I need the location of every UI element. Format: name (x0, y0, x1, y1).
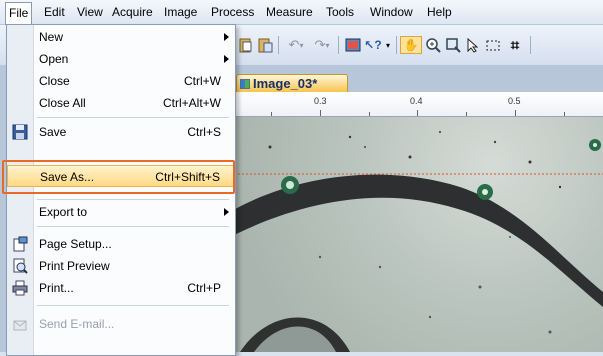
print-preview-icon (12, 258, 28, 274)
ruler-label: 0.3 (314, 96, 327, 106)
toolbar-separator (338, 36, 339, 54)
ruler-tick (417, 110, 418, 116)
floppy-disk-icon (12, 124, 28, 140)
image-content (230, 131, 603, 352)
ruler-tick (320, 110, 321, 116)
zoom-icon[interactable] (424, 36, 442, 54)
submenu-arrow-icon (224, 33, 229, 41)
redo-icon[interactable]: ↷ ▾ (310, 36, 334, 54)
zoom-window-icon[interactable] (444, 36, 462, 54)
ruler-tick (515, 110, 516, 116)
menu-item-save[interactable]: Save Ctrl+S (7, 121, 235, 143)
menu-tools[interactable]: Tools (322, 4, 358, 21)
menu-help[interactable]: Help (423, 4, 456, 21)
ruler-tick (564, 112, 565, 116)
menu-item-shortcut: Ctrl+P (187, 281, 221, 295)
menu-window[interactable]: Window (366, 4, 417, 21)
menu-separator (37, 117, 229, 118)
ruler-label: 0.5 (508, 96, 521, 106)
crop-icon[interactable]: ⌗ (506, 36, 524, 54)
menu-item-label: Print Preview (39, 259, 110, 273)
menu-item-label: Send E-mail... (39, 317, 115, 331)
undo-icon[interactable]: ↶ ▾ (284, 36, 308, 54)
pan-hand-icon[interactable]: ✋ (400, 36, 422, 54)
menu-item-print-preview[interactable]: Print Preview (7, 255, 235, 277)
paste-icon[interactable] (236, 36, 254, 54)
menu-item-export-to[interactable]: Export to (7, 201, 235, 223)
menu-item-open[interactable]: Open (7, 48, 235, 70)
menu-edit[interactable]: Edit (40, 4, 69, 21)
menu-item-label: Close (39, 74, 70, 88)
menu-item-page-setup[interactable]: Page Setup... (7, 233, 235, 255)
ruler-tick (271, 112, 272, 116)
tab-title: Image_03* (253, 76, 318, 91)
email-icon (12, 316, 28, 332)
select-arrow-icon[interactable] (464, 36, 480, 54)
menu-separator (37, 305, 229, 306)
paste-special-icon[interactable] (256, 36, 274, 54)
ruler-tick (466, 112, 467, 116)
rect-select-icon[interactable] (484, 36, 502, 54)
menu-item-label: Close All (39, 96, 86, 110)
toolbar-separator (278, 36, 279, 54)
printer-icon (12, 280, 28, 296)
menu-item-send-email: Send E-mail... (7, 313, 235, 335)
menu-item-label: Page Setup... (39, 237, 112, 251)
submenu-arrow-icon (224, 55, 229, 63)
menu-item-close-all[interactable]: Close All Ctrl+Alt+W (7, 92, 235, 114)
menu-item-shortcut: Ctrl+S (187, 125, 221, 139)
help-cursor-icon[interactable]: ↖? (364, 36, 382, 54)
menu-item-label: Export to (39, 205, 88, 219)
menu-measure[interactable]: Measure (262, 4, 317, 21)
menu-item-label: Print... (39, 281, 74, 295)
submenu-arrow-icon (224, 208, 229, 216)
menu-item-label: Open (39, 52, 69, 66)
menu-acquire[interactable]: Acquire (108, 4, 157, 21)
ruler-tick (369, 112, 370, 116)
menu-file[interactable]: File (5, 2, 33, 25)
tab-image[interactable]: Image_03* (236, 74, 348, 92)
menu-separator (37, 199, 229, 200)
menu-item-close[interactable]: Close Ctrl+W (7, 70, 235, 92)
toolbar-separator (396, 36, 397, 54)
annotation-highlight-box (2, 160, 235, 194)
menu-bar: File Edit View Acquire Image Process Mea… (0, 0, 603, 25)
toolbar-overflow-icon[interactable]: ▾ (384, 36, 392, 54)
menu-item-shortcut: Ctrl+Alt+W (162, 96, 221, 110)
image-info-icon[interactable] (344, 36, 362, 54)
menu-image[interactable]: Image (160, 4, 201, 21)
menu-view[interactable]: View (73, 4, 107, 21)
menu-item-new[interactable]: New (7, 26, 235, 48)
image-document-icon (240, 79, 250, 89)
horizontal-ruler: 0.3 0.4 0.5 (230, 92, 603, 117)
menu-item-print[interactable]: Print... Ctrl+P (7, 277, 235, 299)
menu-item-label: Save (39, 125, 67, 139)
menu-item-shortcut: Ctrl+W (184, 74, 221, 88)
page-setup-icon (12, 236, 28, 252)
ruler-label: 0.4 (410, 96, 423, 106)
menu-item-label: New (39, 30, 64, 44)
microscope-image[interactable] (230, 117, 603, 352)
menu-separator (37, 226, 229, 227)
menu-process[interactable]: Process (207, 4, 258, 21)
toolbar-separator (530, 36, 531, 54)
